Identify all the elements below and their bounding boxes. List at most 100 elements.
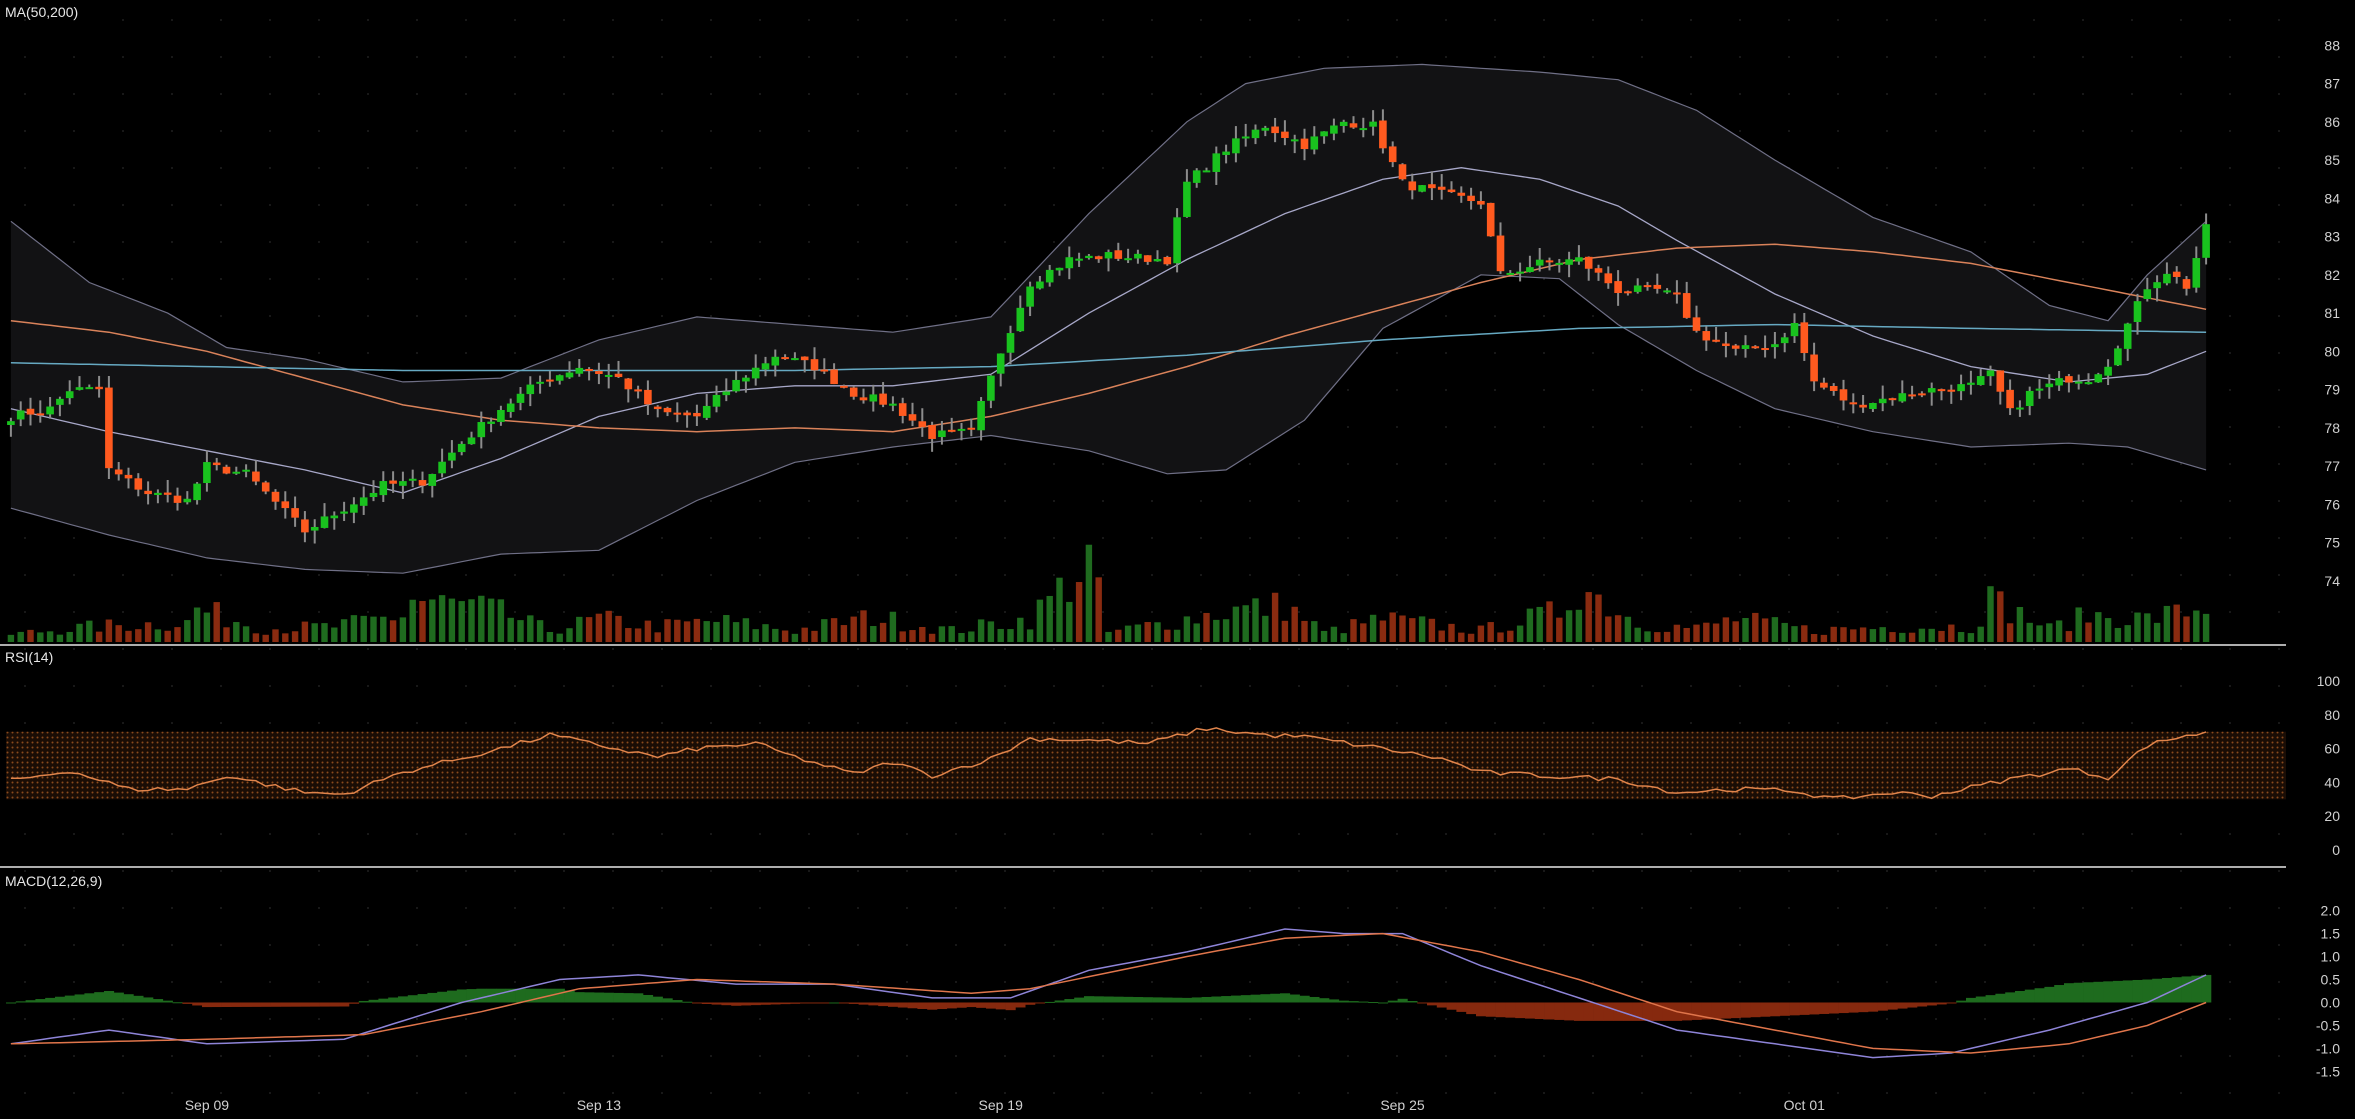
macd-histogram-bar [172,1002,183,1004]
macd-tick-label: -1.5 [2316,1063,2340,1079]
grid-dot [2082,19,2084,21]
grid-dot [2082,56,2084,58]
volume-bar [1761,618,1769,642]
volume-bar [2006,623,2014,642]
grid-dot [1641,1092,1643,1094]
grid-dot [1102,1092,1104,1094]
candle-body [36,413,45,416]
grid-dot [73,833,75,835]
grid-dot [857,463,859,465]
grid-dot [2033,685,2035,687]
grid-dot [710,1055,712,1057]
grid-dot [857,907,859,909]
candle-body [849,387,858,397]
grid-dot [2229,1055,2231,1057]
grid-dot [1837,56,1839,58]
grid-dot [1053,241,1055,243]
grid-dot [1445,648,1447,650]
volume-bar [291,631,299,642]
candle-body [614,373,623,378]
grid-dot [2082,463,2084,465]
volume-bar [1379,620,1387,642]
grid-dot [122,870,124,872]
grid-dot [269,833,271,835]
grid-dot [661,241,663,243]
macd-histogram-bar [2122,980,2133,1003]
grid-dot [661,870,663,872]
grid-dot [1886,870,1888,872]
volume-bar [448,598,456,642]
volume-bar [1683,627,1690,642]
grid-dot [1690,870,1692,872]
grid-dot [906,537,908,539]
volume-bar [576,616,583,642]
grid-dot [1102,167,1104,169]
grid-dot [220,685,222,687]
grid-dot [2278,278,2280,280]
candle-body [1496,235,1505,272]
grid-dot [1396,907,1398,909]
grid-dot [612,1092,614,1094]
macd-histogram-bar [1770,1002,1781,1017]
grid-dot [24,204,26,206]
grid-dot [24,130,26,132]
volume-bar [772,628,779,642]
candle-body [1104,252,1113,259]
grid-dot [2278,426,2280,428]
candle-body [1055,267,1064,271]
grid-dot [1494,56,1496,58]
grid-dot [2033,278,2035,280]
grid-dot [1592,944,1594,946]
grid-dot [1543,870,1545,872]
candle-body [7,421,15,425]
grid-dot [1739,19,1741,21]
grid-dot [1739,574,1741,576]
candle-body [663,407,672,413]
candle-body [154,492,162,496]
grid-dot [1494,981,1496,983]
grid-dot [318,19,320,21]
candle-body [1437,186,1446,190]
grid-dot [1494,500,1496,502]
volume-bar [438,595,446,642]
macd-histogram-bar [574,992,585,1003]
macd-histogram-bar [1887,1002,1898,1010]
candle-body [163,492,172,495]
grid-dot [1200,722,1202,724]
grid-dot [1298,981,1300,983]
grid-dot [1592,574,1594,576]
macd-histogram-bar [437,991,448,1003]
grid-dot [1494,19,1496,21]
grid-dot [1837,1055,1839,1057]
grid-dot [465,1018,467,1020]
grid-dot [318,981,320,983]
grid-dot [1739,463,1741,465]
macd-histogram-bar [1084,996,1095,1003]
grid-dot [1837,1018,1839,1020]
macd-histogram-bar [1564,1002,1575,1021]
grid-dot [563,241,565,243]
grid-dot [2180,56,2182,58]
grid-dot [2180,574,2182,576]
volume-bar [1742,618,1749,642]
grid-dot [808,93,810,95]
volume-bar [997,628,1004,642]
grid-dot [563,574,565,576]
grid-dot [1004,870,1006,872]
grid-dot [1837,907,1839,909]
grid-dot [612,278,614,280]
grid-dot [1788,685,1790,687]
grid-dot [563,1055,565,1057]
grid-dot [2229,500,2231,502]
grid-dot [269,56,271,58]
candle-body [75,387,84,390]
volume-bar [1222,619,1230,642]
grid-dot [1788,907,1790,909]
macd-histogram-bar [1289,994,1300,1003]
candle-body [693,412,701,417]
grid-dot [661,833,663,835]
volume-bar [948,626,955,642]
grid-dot [661,93,663,95]
grid-dot [416,130,418,132]
grid-dot [906,722,908,724]
